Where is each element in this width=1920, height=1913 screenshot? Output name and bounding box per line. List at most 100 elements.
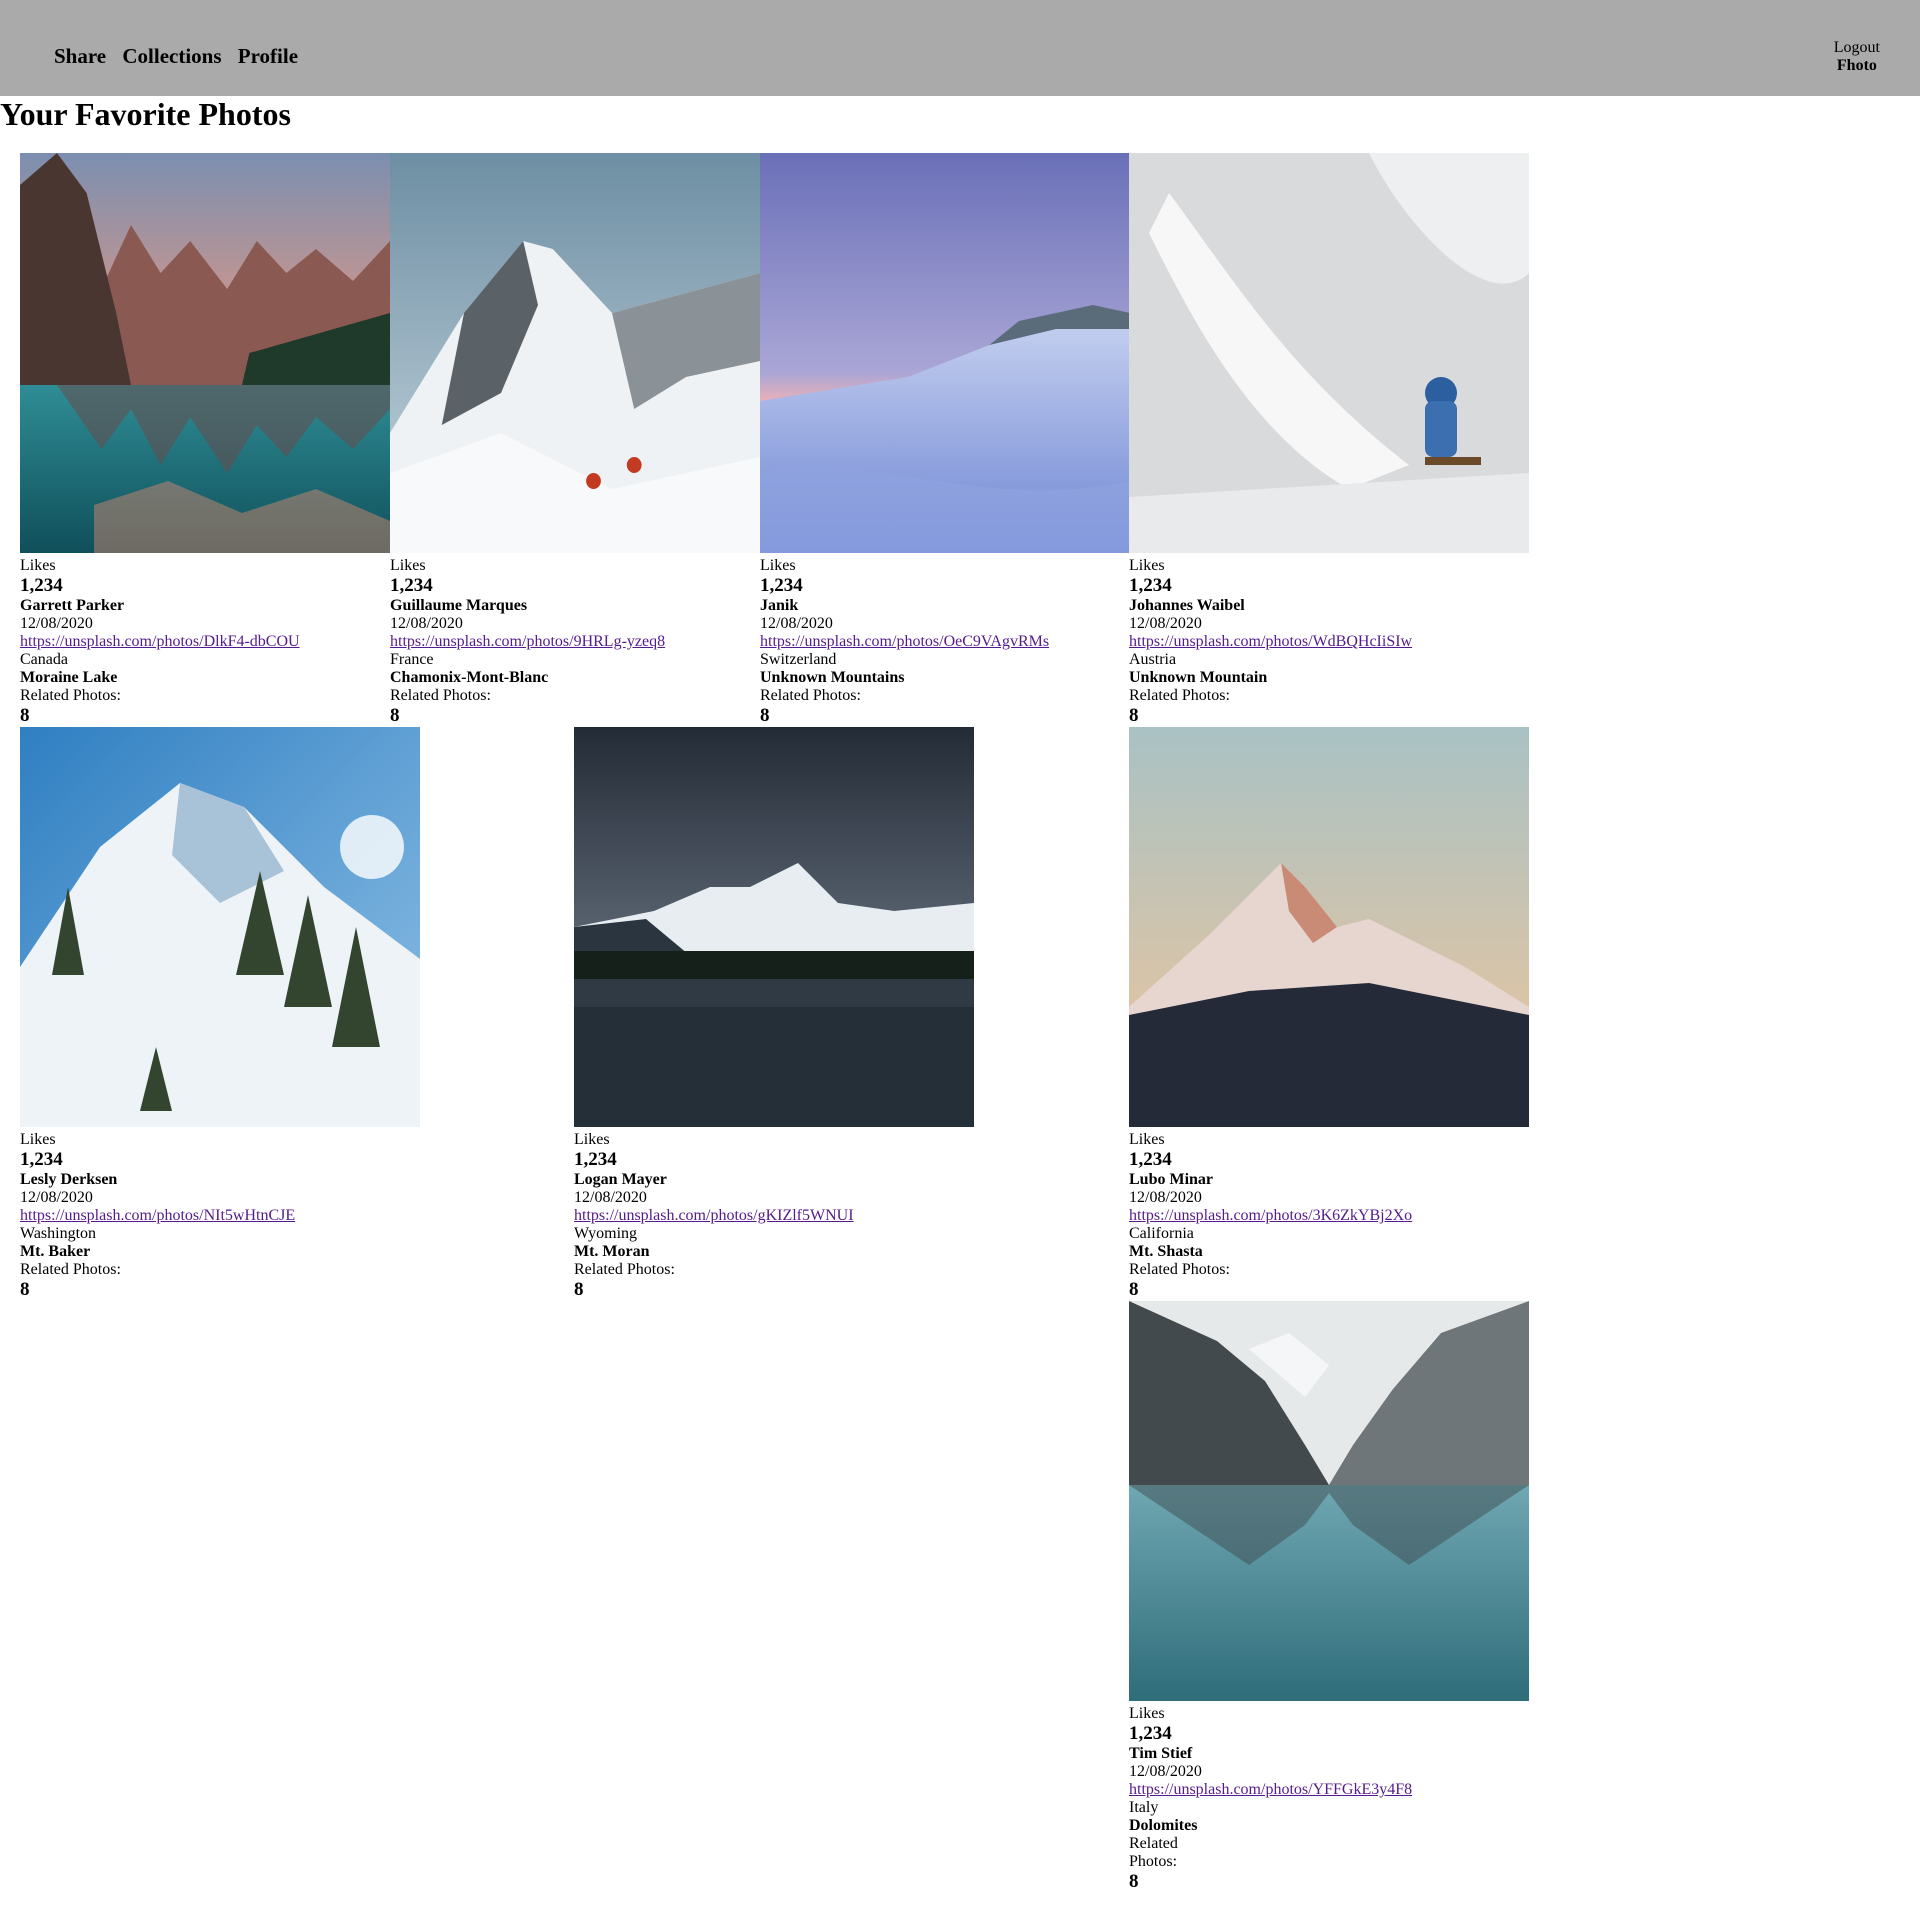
photo-place: Unknown Mountain: [1129, 669, 1268, 686]
photo-card: Likes 1,234 Tim Stief 12/08/2020 https:/…: [1129, 1301, 1529, 1893]
photo-link[interactable]: https://unsplash.com/photos/9HRLg-yzeq8: [390, 633, 665, 650]
photo-link[interactable]: https://unsplash.com/photos/NIt5wHtnCJE: [20, 1207, 295, 1224]
author-name: Johannes Waibel: [1129, 597, 1245, 614]
page-title: Your Favorite Photos: [0, 96, 291, 132]
photo-card: Likes 1,234 Logan Mayer 12/08/2020 https…: [574, 727, 974, 1301]
photo-art: [1129, 1301, 1529, 1701]
likes-count: 1,234: [760, 575, 803, 596]
photo-info: Likes 1,234 Lesly Derksen 12/08/2020 htt…: [20, 1127, 420, 1301]
photo-date: 12/08/2020: [20, 615, 93, 632]
photo-date: 12/08/2020: [20, 1189, 93, 1206]
photo-image[interactable]: [20, 153, 390, 553]
photo-region: Washington: [20, 1225, 97, 1242]
author-name: Logan Mayer: [574, 1171, 667, 1188]
photo-region: Switzerland: [760, 651, 837, 668]
likes-label: Likes: [1129, 1705, 1165, 1722]
photo-card: Likes 1,234 Guillaume Marques 12/08/2020…: [390, 153, 760, 727]
nav-collections[interactable]: Collections: [122, 44, 221, 68]
photo-date: 12/08/2020: [760, 615, 833, 632]
photo-date: 12/08/2020: [1129, 1763, 1202, 1780]
likes-label: Likes: [20, 1131, 56, 1148]
photo-image[interactable]: [20, 727, 420, 1127]
photo-card: Likes 1,234 Lubo Minar 12/08/2020 https:…: [1129, 727, 1529, 1301]
photo-info: Likes 1,234 Lubo Minar 12/08/2020 https:…: [1129, 1127, 1529, 1301]
photo-date: 12/08/2020: [1129, 1189, 1202, 1206]
photo-place: Dolomites: [1129, 1817, 1198, 1834]
main-nav: Share Collections Profile: [54, 44, 309, 69]
author-name: Lubo Minar: [1129, 1171, 1214, 1188]
nav-share[interactable]: Share: [54, 44, 106, 68]
likes-count: 1,234: [1129, 1149, 1172, 1170]
photo-place: Chamonix-Mont-Blanc: [390, 669, 549, 686]
photo-info: Likes 1,234 Janik 12/08/2020 https://uns…: [760, 553, 1130, 727]
likes-count: 1,234: [1129, 1723, 1172, 1744]
related-label: Related Photos:: [574, 1261, 675, 1278]
photo-link[interactable]: https://unsplash.com/photos/DlkF4-dbCOU: [20, 633, 300, 650]
related-label: Related Photos:: [20, 1261, 121, 1278]
photo-card: Likes 1,234 Johannes Waibel 12/08/2020 h…: [1129, 153, 1529, 727]
likes-count: 1,234: [20, 575, 63, 596]
photo-place: Mt. Baker: [20, 1243, 91, 1260]
related-count: 8: [390, 705, 400, 726]
photo-image[interactable]: [760, 153, 1130, 553]
likes-count: 1,234: [1129, 575, 1172, 596]
nav-profile[interactable]: Profile: [238, 44, 298, 68]
photo-art: [390, 153, 760, 553]
photo-card: Likes 1,234 Janik 12/08/2020 https://uns…: [760, 153, 1130, 727]
photo-card: Likes 1,234 Lesly Derksen 12/08/2020 htt…: [20, 727, 420, 1301]
photo-place: Mt. Shasta: [1129, 1243, 1203, 1260]
related-label: Related: [1129, 1835, 1178, 1852]
photo-link[interactable]: https://unsplash.com/photos/YFFGkE3y4F8: [1129, 1781, 1412, 1798]
user-box: Logout Fhoto: [1834, 39, 1880, 75]
related-label: Related Photos:: [1129, 1261, 1230, 1278]
photo-link[interactable]: https://unsplash.com/photos/OeC9VAgvRMs: [760, 633, 1049, 650]
photo-image[interactable]: [574, 727, 974, 1127]
photo-date: 12/08/2020: [390, 615, 463, 632]
photo-art: [574, 727, 974, 1127]
photo-region: Austria: [1129, 651, 1177, 668]
related-count: 8: [760, 705, 770, 726]
author-name: Lesly Derksen: [20, 1171, 118, 1188]
likes-count: 1,234: [390, 575, 433, 596]
related-count: 8: [1129, 705, 1139, 726]
photo-image[interactable]: [1129, 1301, 1529, 1701]
photo-image[interactable]: [390, 153, 760, 553]
photo-card: Likes 1,234 Garrett Parker 12/08/2020 ht…: [20, 153, 390, 727]
photo-region: Italy: [1129, 1799, 1159, 1816]
related-count: 8: [1129, 1279, 1139, 1300]
logout-link[interactable]: Logout: [1834, 39, 1880, 57]
photo-info: Likes 1,234 Tim Stief 12/08/2020 https:/…: [1129, 1701, 1529, 1893]
related-count: 8: [1129, 1871, 1139, 1892]
photo-art: [20, 727, 420, 1127]
likes-label: Likes: [20, 557, 56, 574]
photo-art: [760, 153, 1130, 553]
photo-place: Unknown Mountains: [760, 669, 905, 686]
photo-image[interactable]: [1129, 153, 1529, 553]
likes-label: Likes: [574, 1131, 610, 1148]
photo-place: Moraine Lake: [20, 669, 118, 686]
photo-art: [1129, 727, 1529, 1127]
likes-label: Likes: [390, 557, 426, 574]
username: Fhoto: [1836, 57, 1877, 74]
related-count: 8: [20, 705, 30, 726]
photo-art: [20, 153, 390, 553]
related-label: Related Photos:: [1129, 687, 1230, 704]
photo-info: Likes 1,234 Logan Mayer 12/08/2020 https…: [574, 1127, 974, 1301]
photo-art: [1129, 153, 1529, 553]
photo-region: Canada: [20, 651, 68, 668]
likes-label: Likes: [760, 557, 796, 574]
photo-region: Wyoming: [574, 1225, 638, 1242]
likes-label: Likes: [1129, 1131, 1165, 1148]
photo-link[interactable]: https://unsplash.com/photos/3K6ZkYBj2Xo: [1129, 1207, 1412, 1224]
related-label: Related Photos:: [20, 687, 121, 704]
likes-count: 1,234: [20, 1149, 63, 1170]
photo-date: 12/08/2020: [574, 1189, 647, 1206]
photo-link[interactable]: https://unsplash.com/photos/WdBQHcIiSIw: [1129, 633, 1412, 650]
photo-link[interactable]: https://unsplash.com/photos/gKIZlf5WNUI: [574, 1207, 854, 1224]
likes-label: Likes: [1129, 557, 1165, 574]
related-label: Related Photos:: [760, 687, 861, 704]
photo-info: Likes 1,234 Johannes Waibel 12/08/2020 h…: [1129, 553, 1529, 727]
related-count: 8: [20, 1279, 30, 1300]
author-name: Janik: [760, 597, 799, 614]
photo-image[interactable]: [1129, 727, 1529, 1127]
